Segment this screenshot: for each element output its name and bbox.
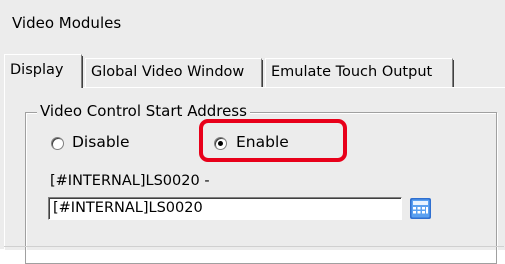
start-address-input[interactable]: [#INTERNAL]LS0020 <box>48 197 402 220</box>
dialog-title: Video Modules <box>12 14 122 32</box>
address-range-text: [#INTERNAL]LS0020 - <box>50 173 210 189</box>
start-address-value: [#INTERNAL]LS0020 <box>53 200 203 216</box>
tab-display[interactable]: Display <box>4 54 83 90</box>
address-picker-button[interactable] <box>408 196 433 221</box>
tab-global-video-window-label: Global Video Window <box>91 64 245 80</box>
panel-divider <box>4 246 504 247</box>
enable-highlight-annotation <box>199 119 347 162</box>
radio-disable-label[interactable]: Disable <box>72 133 130 151</box>
video-control-group-label: Video Control Start Address <box>37 102 250 120</box>
tab-display-label: Display <box>10 62 64 78</box>
keypad-icon <box>410 198 431 219</box>
tab-emulate-touch-output-label: Emulate Touch Output <box>271 64 433 80</box>
video-modules-dialog: Video Modules Display Global Video Windo… <box>0 0 505 264</box>
dialog-header: Video Modules <box>0 0 505 46</box>
tab-emulate-touch-output[interactable]: Emulate Touch Output <box>265 58 454 87</box>
tab-global-video-window[interactable]: Global Video Window <box>85 58 263 87</box>
radio-disable[interactable] <box>51 137 64 150</box>
